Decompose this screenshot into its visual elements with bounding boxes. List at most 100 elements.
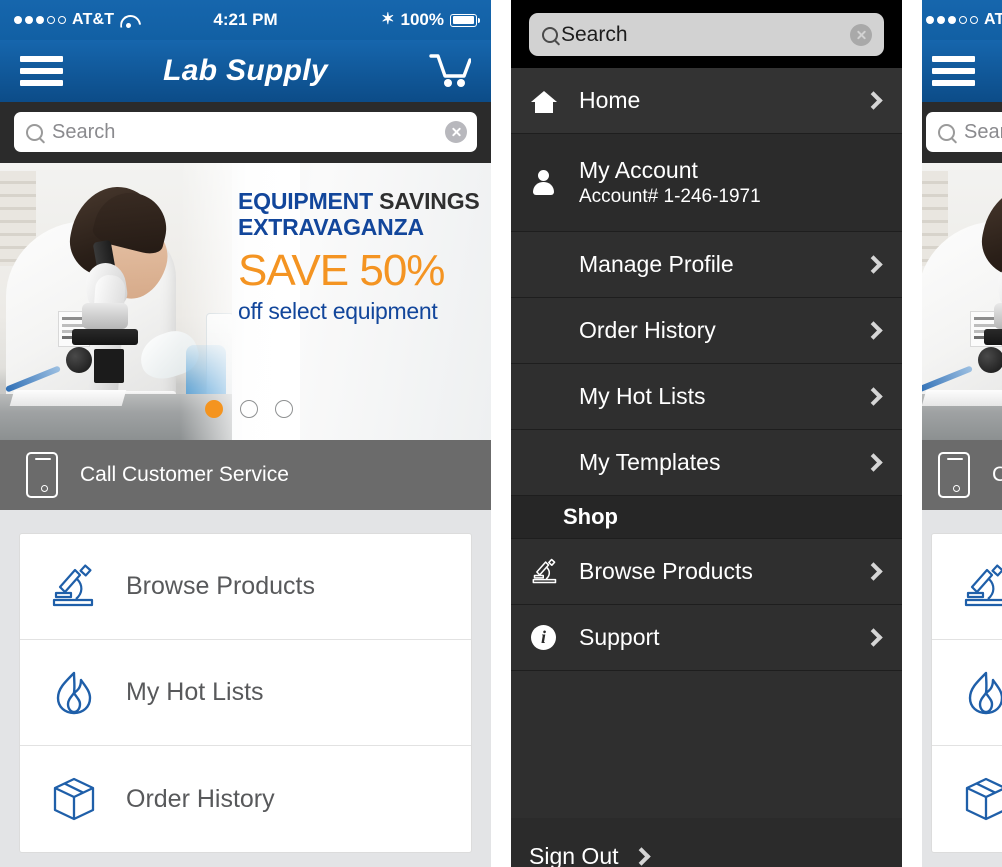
banner-photo [912, 163, 1002, 440]
drawer-item-label: Home [579, 87, 641, 114]
home-screen-panel: AT&T 4:21 PM ✶ 100% Lab Supply Search EQ… [0, 0, 491, 867]
banner-copy: EQUIPMENT SAVINGS EXTRAVAGANZA SAVE 50% … [238, 188, 483, 326]
tile-my-hot-lists[interactable]: My Hot Lists [932, 640, 1002, 746]
status-bar: AT&T 4:21 PM ✶ 100% [0, 0, 491, 40]
screenshot-stage: AT&T 4:21 PM ✶ 100% Lab Supply Search EQ… [0, 0, 1002, 867]
third-screen-inner: AT&T 4:21 PM ✶ 100% Lab Supply [912, 0, 1002, 853]
search-input[interactable]: Search [14, 112, 477, 152]
navigation-bar: Lab Supply [912, 40, 1002, 102]
tile-browse-products[interactable]: Browse Products [932, 534, 1002, 640]
microscope-icon [50, 563, 98, 611]
clear-icon[interactable] [850, 23, 872, 46]
chevron-right-icon [864, 628, 883, 647]
flame-icon [962, 669, 1002, 717]
chevron-right-icon [864, 387, 883, 406]
package-box-icon [962, 775, 1002, 823]
carousel-dot-3[interactable] [275, 400, 293, 418]
call-customer-service-button[interactable]: Call Customer Service [912, 440, 1002, 510]
tile-order-history[interactable]: Order History [932, 746, 1002, 852]
drawer-item-manage-profile[interactable]: Manage Profile [511, 232, 902, 298]
drawer-item-my-account[interactable]: My Account Account# 1-246-1971 [511, 134, 902, 232]
drawer-item-label: Browse Products [579, 558, 753, 585]
hamburger-menu-icon[interactable] [20, 56, 63, 86]
user-icon [531, 170, 565, 195]
banner-save-headline: SAVE 50% [238, 245, 445, 295]
drawer-item-label: Support [579, 624, 660, 651]
side-drawer-panel: Search Home My Account Account# 1-246-19… [511, 0, 902, 867]
package-box-icon [50, 775, 98, 823]
drawer-item-label: My Templates [579, 449, 721, 476]
drawer-body: Home My Account Account# 1-246-1971 Mana… [511, 68, 902, 867]
info-icon: i [531, 625, 565, 650]
tile-my-hot-lists[interactable]: My Hot Lists [20, 640, 471, 746]
app-title: Lab Supply [163, 54, 328, 87]
navigation-bar: Lab Supply [0, 40, 491, 102]
hamburger-menu-icon[interactable] [932, 56, 975, 86]
chevron-right-icon [864, 91, 883, 110]
panel-gutter-left [491, 0, 511, 867]
tile-label: Order History [126, 784, 275, 813]
drawer-item-label: My Account [579, 156, 698, 183]
mobile-phone-icon [26, 452, 58, 498]
search-icon [26, 123, 43, 141]
chevron-right-icon [864, 453, 883, 472]
drawer-item-my-templates[interactable]: My Templates [511, 430, 902, 496]
banner-line1-emphasis: EQUIPMENT [238, 188, 373, 214]
call-customer-service-button[interactable]: Call Customer Service [0, 440, 491, 510]
drawer-item-support[interactable]: i Support [511, 605, 902, 671]
tile-label: My Hot Lists [126, 678, 264, 706]
drawer-item-order-history[interactable]: Order History [511, 298, 902, 364]
promo-banner[interactable]: EQUIPMENT SAVINGS EXTRAVAGANZA SAVE 50% … [0, 163, 491, 440]
clock-label: 4:21 PM [213, 10, 278, 29]
promo-banner[interactable]: EQUIPMENT SAVINGS EXTRAVAGANZA SAVE 50% … [912, 163, 1002, 440]
banner-line1-rest: SAVINGS [372, 188, 480, 214]
drawer-empty-space [511, 671, 902, 818]
drawer-search-input[interactable]: Search [529, 13, 884, 56]
drawer-item-home[interactable]: Home [511, 68, 902, 134]
drawer-item-browse-products[interactable]: Browse Products [511, 539, 902, 605]
tile-browse-products[interactable]: Browse Products [20, 534, 471, 640]
quick-links-container: Browse Products My Hot Lists [0, 510, 491, 853]
drawer-item-label: Order History [579, 317, 716, 344]
third-screen-clipped-panel: AT&T 4:21 PM ✶ 100% Lab Supply [912, 0, 1002, 867]
search-bar-container: Search [0, 102, 491, 163]
carousel-dot-1[interactable] [205, 400, 223, 418]
status-bar: AT&T 4:21 PM ✶ 100% [912, 0, 1002, 40]
search-input[interactable]: Search [926, 112, 1002, 152]
call-customer-service-label: Call Customer Service [80, 463, 289, 486]
clock-label: 4:21 PM [912, 10, 1002, 30]
drawer-menu-list: Home My Account Account# 1-246-1971 Mana… [511, 68, 902, 671]
flame-icon [50, 669, 98, 717]
sign-out-button[interactable]: Sign Out [511, 818, 902, 867]
drawer-search-container: Search [511, 0, 902, 68]
drawer-item-label: My Hot Lists [579, 383, 706, 410]
battery-icon [450, 13, 480, 27]
microscope-icon [531, 558, 565, 586]
tile-order-history[interactable]: Order History [20, 746, 471, 852]
home-icon [531, 89, 565, 113]
drawer-item-label: Manage Profile [579, 251, 734, 278]
quick-links-list: Browse Products My Hot Lists [931, 533, 1002, 853]
carousel-dots[interactable] [205, 400, 293, 418]
account-number-label: Account# 1-246-1971 [579, 185, 761, 207]
search-placeholder: Search [52, 120, 116, 143]
search-placeholder: Search [964, 120, 1002, 143]
shopping-cart-icon[interactable] [427, 51, 472, 91]
panel-gutter-right [902, 0, 922, 867]
chevron-right-icon [864, 321, 883, 340]
drawer-item-my-hot-lists[interactable]: My Hot Lists [511, 364, 902, 430]
drawer-search-placeholder: Search [561, 22, 628, 46]
search-icon [938, 123, 955, 141]
banner-subtext: off select equipment [238, 298, 438, 325]
clear-icon[interactable] [445, 121, 467, 143]
carousel-dot-2[interactable] [240, 400, 258, 418]
chevron-right-icon [631, 847, 651, 866]
chevron-right-icon [864, 255, 883, 274]
chevron-right-icon [864, 562, 883, 581]
sign-out-label: Sign Out [529, 843, 619, 867]
quick-links-list: Browse Products My Hot Lists [19, 533, 472, 853]
search-bar-container: Search [912, 102, 1002, 163]
mobile-phone-icon [938, 452, 970, 498]
microscope-icon [962, 563, 1002, 611]
search-icon [542, 26, 558, 43]
